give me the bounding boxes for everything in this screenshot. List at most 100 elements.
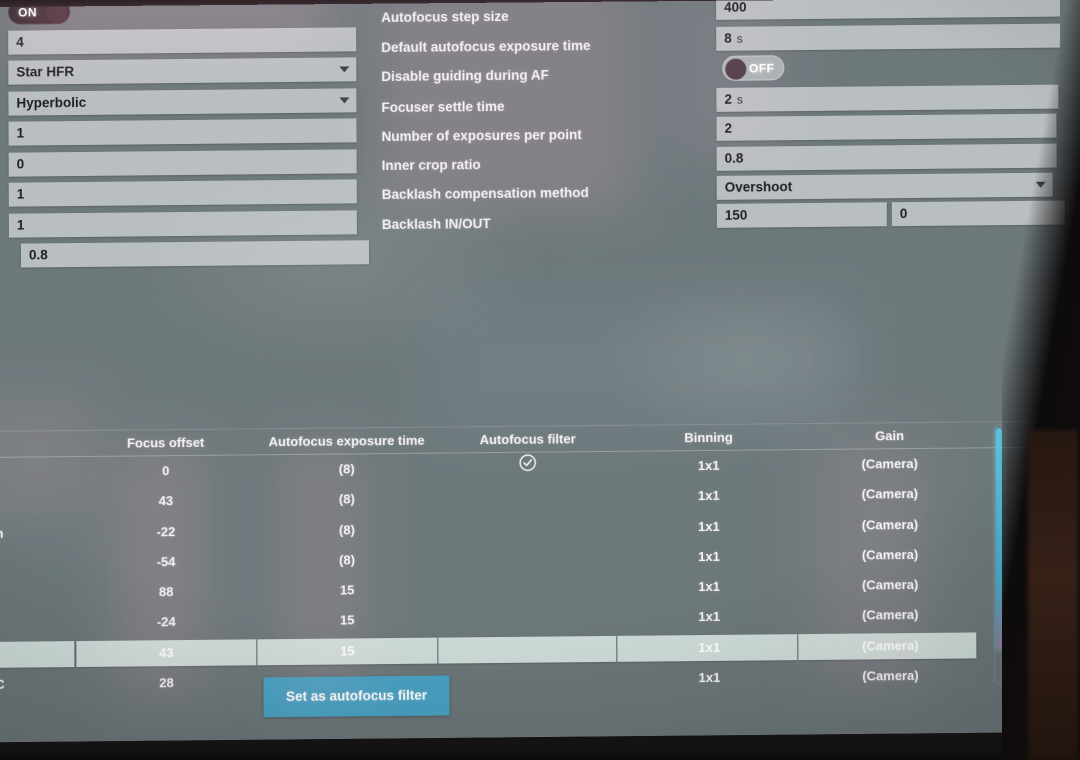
autofocus-total-attempts-input[interactable]: 1 [8, 179, 357, 207]
autofocus-star-sensitivity-input[interactable]: 1 [8, 209, 357, 238]
table-vertical-scrollbar[interactable] [993, 424, 1007, 685]
backlash-compensation-method-combo[interactable]: Overshoot [716, 172, 1053, 200]
column-header-focus-offset[interactable]: Focus offset [76, 429, 256, 456]
cell-gain[interactable]: (Camera) [800, 509, 980, 541]
cell-exposure[interactable]: (8) [257, 514, 437, 546]
setting-row: 1 [8, 118, 357, 152]
column-header-autofocus-filter[interactable]: Autofocus filter [438, 426, 618, 453]
field-value: 8 [724, 30, 732, 46]
autofocus-method-combo[interactable]: Star HFR [8, 57, 357, 85]
cell-focus-offset[interactable]: 43 [76, 637, 256, 669]
cell-binning[interactable]: 1x1 [619, 541, 799, 573]
application-screen: ON 4 Star HFR Hyperbolic 1 0 1 1 0.8 Aut… [0, 0, 1080, 743]
cell-focus-offset[interactable]: 88 [76, 577, 256, 609]
column-header-autofocus-exposure-time[interactable]: Autofocus exposure time [257, 428, 437, 455]
disable-guiding-during-af-toggle[interactable]: OFF [722, 55, 785, 81]
setting-row: 8s [716, 22, 1064, 55]
cell-focus-offset[interactable]: -54 [76, 546, 256, 578]
cell-focus-offset[interactable]: -24 [76, 607, 256, 639]
label-backlash-in-out: Backlash IN/OUT [381, 215, 491, 232]
chevron-down-icon [1035, 181, 1046, 188]
cell-gain[interactable]: (Camera) [800, 448, 980, 480]
scrollbar-thumb[interactable] [995, 428, 1003, 651]
backlash-in-input[interactable]: 150 [716, 202, 887, 228]
setting-row: 0.8 [716, 143, 1065, 176]
setting-row: 150 0 [716, 200, 1065, 234]
cell-name: Sii [0, 639, 68, 670]
focuser-settle-time-input[interactable]: 2s [716, 84, 1059, 112]
cell-exposure[interactable]: 15 [257, 635, 437, 667]
cell-focus-offset[interactable]: 43 [76, 486, 256, 518]
cell-exposure[interactable]: 15 [257, 605, 437, 637]
cell-exposure[interactable]: (8) [257, 484, 437, 516]
cell-gain[interactable]: (Camera) [800, 479, 980, 511]
cell-gain[interactable]: (Camera) [800, 600, 980, 632]
cell-gain[interactable]: (Camera) [800, 660, 980, 692]
field-value: 400 [724, 0, 747, 15]
settings-labels-column: Autofocus step size Default autofocus ex… [381, 0, 712, 240]
chevron-down-icon [339, 66, 350, 73]
cell-gain[interactable]: (Camera) [800, 539, 980, 571]
cell-exposure[interactable]: (8) [257, 544, 437, 576]
cell-name: UHC [0, 676, 5, 693]
cell-focus-offset[interactable]: 28 [76, 667, 256, 699]
cell-binning[interactable]: 1x1 [619, 571, 799, 603]
cell-highlight [438, 635, 617, 664]
field-unit: s [736, 31, 743, 46]
cell-binning[interactable]: 1x1 [619, 632, 799, 664]
label-number-of-exposures-per-point: Number of exposures per point [381, 127, 582, 145]
autofocus-crop-ratio-input[interactable]: 1 [8, 118, 357, 146]
cell-focus-offset[interactable]: -22 [76, 516, 256, 548]
autofocus-tolerance-input[interactable]: 0.8 [20, 240, 370, 268]
column-header-gain[interactable]: Gain [800, 422, 980, 449]
cell-autofocus-filter[interactable] [438, 452, 618, 484]
cell-exposure[interactable]: (8) [257, 454, 437, 486]
toggle-state-label: OFF [749, 61, 775, 76]
cell-name: lue [0, 548, 68, 579]
label-focuser-settle-time: Focuser settle time [381, 98, 505, 115]
autofocus-initial-offset-steps-input[interactable]: 4 [8, 26, 357, 55]
field-unit: s [736, 92, 743, 107]
label-inner-crop-ratio: Inner crop ratio [381, 156, 481, 173]
cell-name: Ha [0, 578, 68, 609]
label-row: Default autofocus exposure time [381, 23, 711, 57]
combo-value: Hyperbolic [16, 94, 87, 111]
cell-name: reen [0, 525, 4, 541]
label-row: Disable guiding during AF [381, 54, 711, 88]
cell-name: Oiii [0, 609, 68, 640]
cell-name: ed [0, 487, 68, 518]
cell-binning[interactable]: 1x1 [619, 602, 799, 634]
backlash-in-out-group: 150 0 [716, 200, 1065, 228]
column-header-name[interactable]: me [0, 431, 68, 457]
column-header-binning[interactable]: Binning [619, 424, 799, 451]
field-value: 2 [724, 120, 733, 136]
set-as-autofocus-filter-button[interactable]: Set as autofocus filter [263, 675, 450, 718]
label-row: Backlash compensation method [382, 176, 712, 210]
cell-gain[interactable]: (Camera) [800, 630, 980, 662]
cell-binning[interactable]: 1x1 [619, 662, 799, 694]
autofocus-step-size-input[interactable]: 400 [716, 0, 1061, 20]
inner-crop-ratio-input[interactable]: 0.8 [716, 143, 1057, 171]
cell-gain[interactable]: (Camera) [800, 570, 980, 602]
cell-binning[interactable]: 1x1 [619, 511, 799, 543]
backlash-out-input[interactable]: 0 [891, 200, 1065, 227]
setting-row: 2 [716, 113, 1064, 146]
default-autofocus-exposure-time-input[interactable]: 8s [716, 23, 1061, 51]
setting-row: 2s [716, 83, 1064, 116]
chevron-down-icon [339, 96, 350, 103]
cell-binning[interactable]: 1x1 [619, 450, 799, 482]
combo-value: Star HFR [16, 64, 75, 80]
autofocus-r-squared-threshold-input[interactable]: 0 [8, 148, 357, 177]
setting-row: 0 [8, 148, 357, 183]
label-row: Focuser settle time [381, 84, 711, 118]
label-backlash-compensation-method: Backlash compensation method [381, 185, 589, 203]
number-of-exposures-per-point-input[interactable]: 2 [716, 113, 1057, 141]
cell-focus-offset[interactable]: 0 [76, 455, 256, 487]
setting-row: 1 [8, 179, 357, 213]
autofocus-settings-panel: ON 4 Star HFR Hyperbolic 1 0 1 1 0.8 Aut… [0, 0, 1065, 290]
autofocus-curve-fitting-combo[interactable]: Hyperbolic [8, 87, 357, 116]
cell-binning[interactable]: 1x1 [619, 480, 799, 512]
toggle-knob [725, 58, 747, 80]
combo-value: Overshoot [724, 179, 793, 195]
cell-exposure[interactable]: 15 [257, 575, 437, 607]
